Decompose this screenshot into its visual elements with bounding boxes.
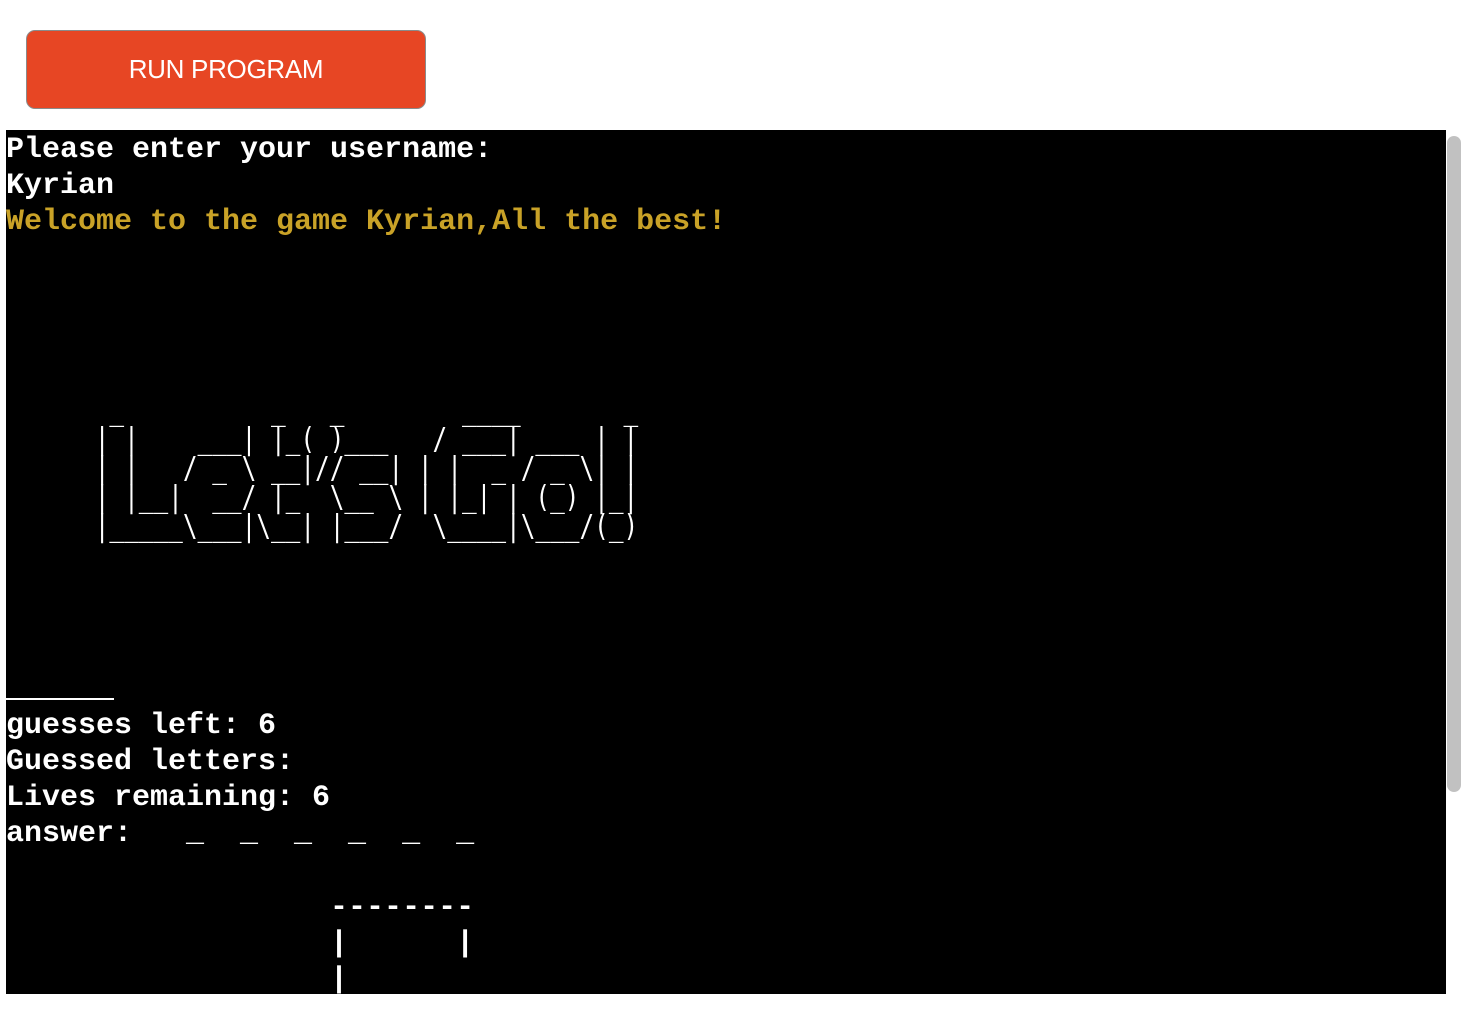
- run-program-button[interactable]: RUN PROGRAM: [26, 30, 426, 109]
- terminal[interactable]: Please enter your username: Kyrian Welco…: [6, 130, 1446, 994]
- input-underline: [6, 698, 114, 700]
- username-prompt: Please enter your username:: [6, 133, 493, 167]
- answer-blanks: answer: _ _ _ _ _ _: [6, 817, 475, 851]
- welcome-message: Welcome to the game Kyrian,All the best!: [6, 205, 727, 239]
- guessed-letters: Guessed letters:: [6, 745, 295, 779]
- username-input-echo: Kyrian: [6, 169, 115, 203]
- terminal-scrollbar-thumb[interactable]: [1447, 136, 1461, 792]
- lets-go-ascii-banner: _ _ _ ____ _ | | ___| |_( )___ / ___| __…: [94, 393, 639, 544]
- guesses-left: guesses left: 6: [6, 709, 277, 743]
- hangman-gallows: -------- | | |: [330, 891, 475, 994]
- lives-remaining: Lives remaining: 6: [6, 781, 331, 815]
